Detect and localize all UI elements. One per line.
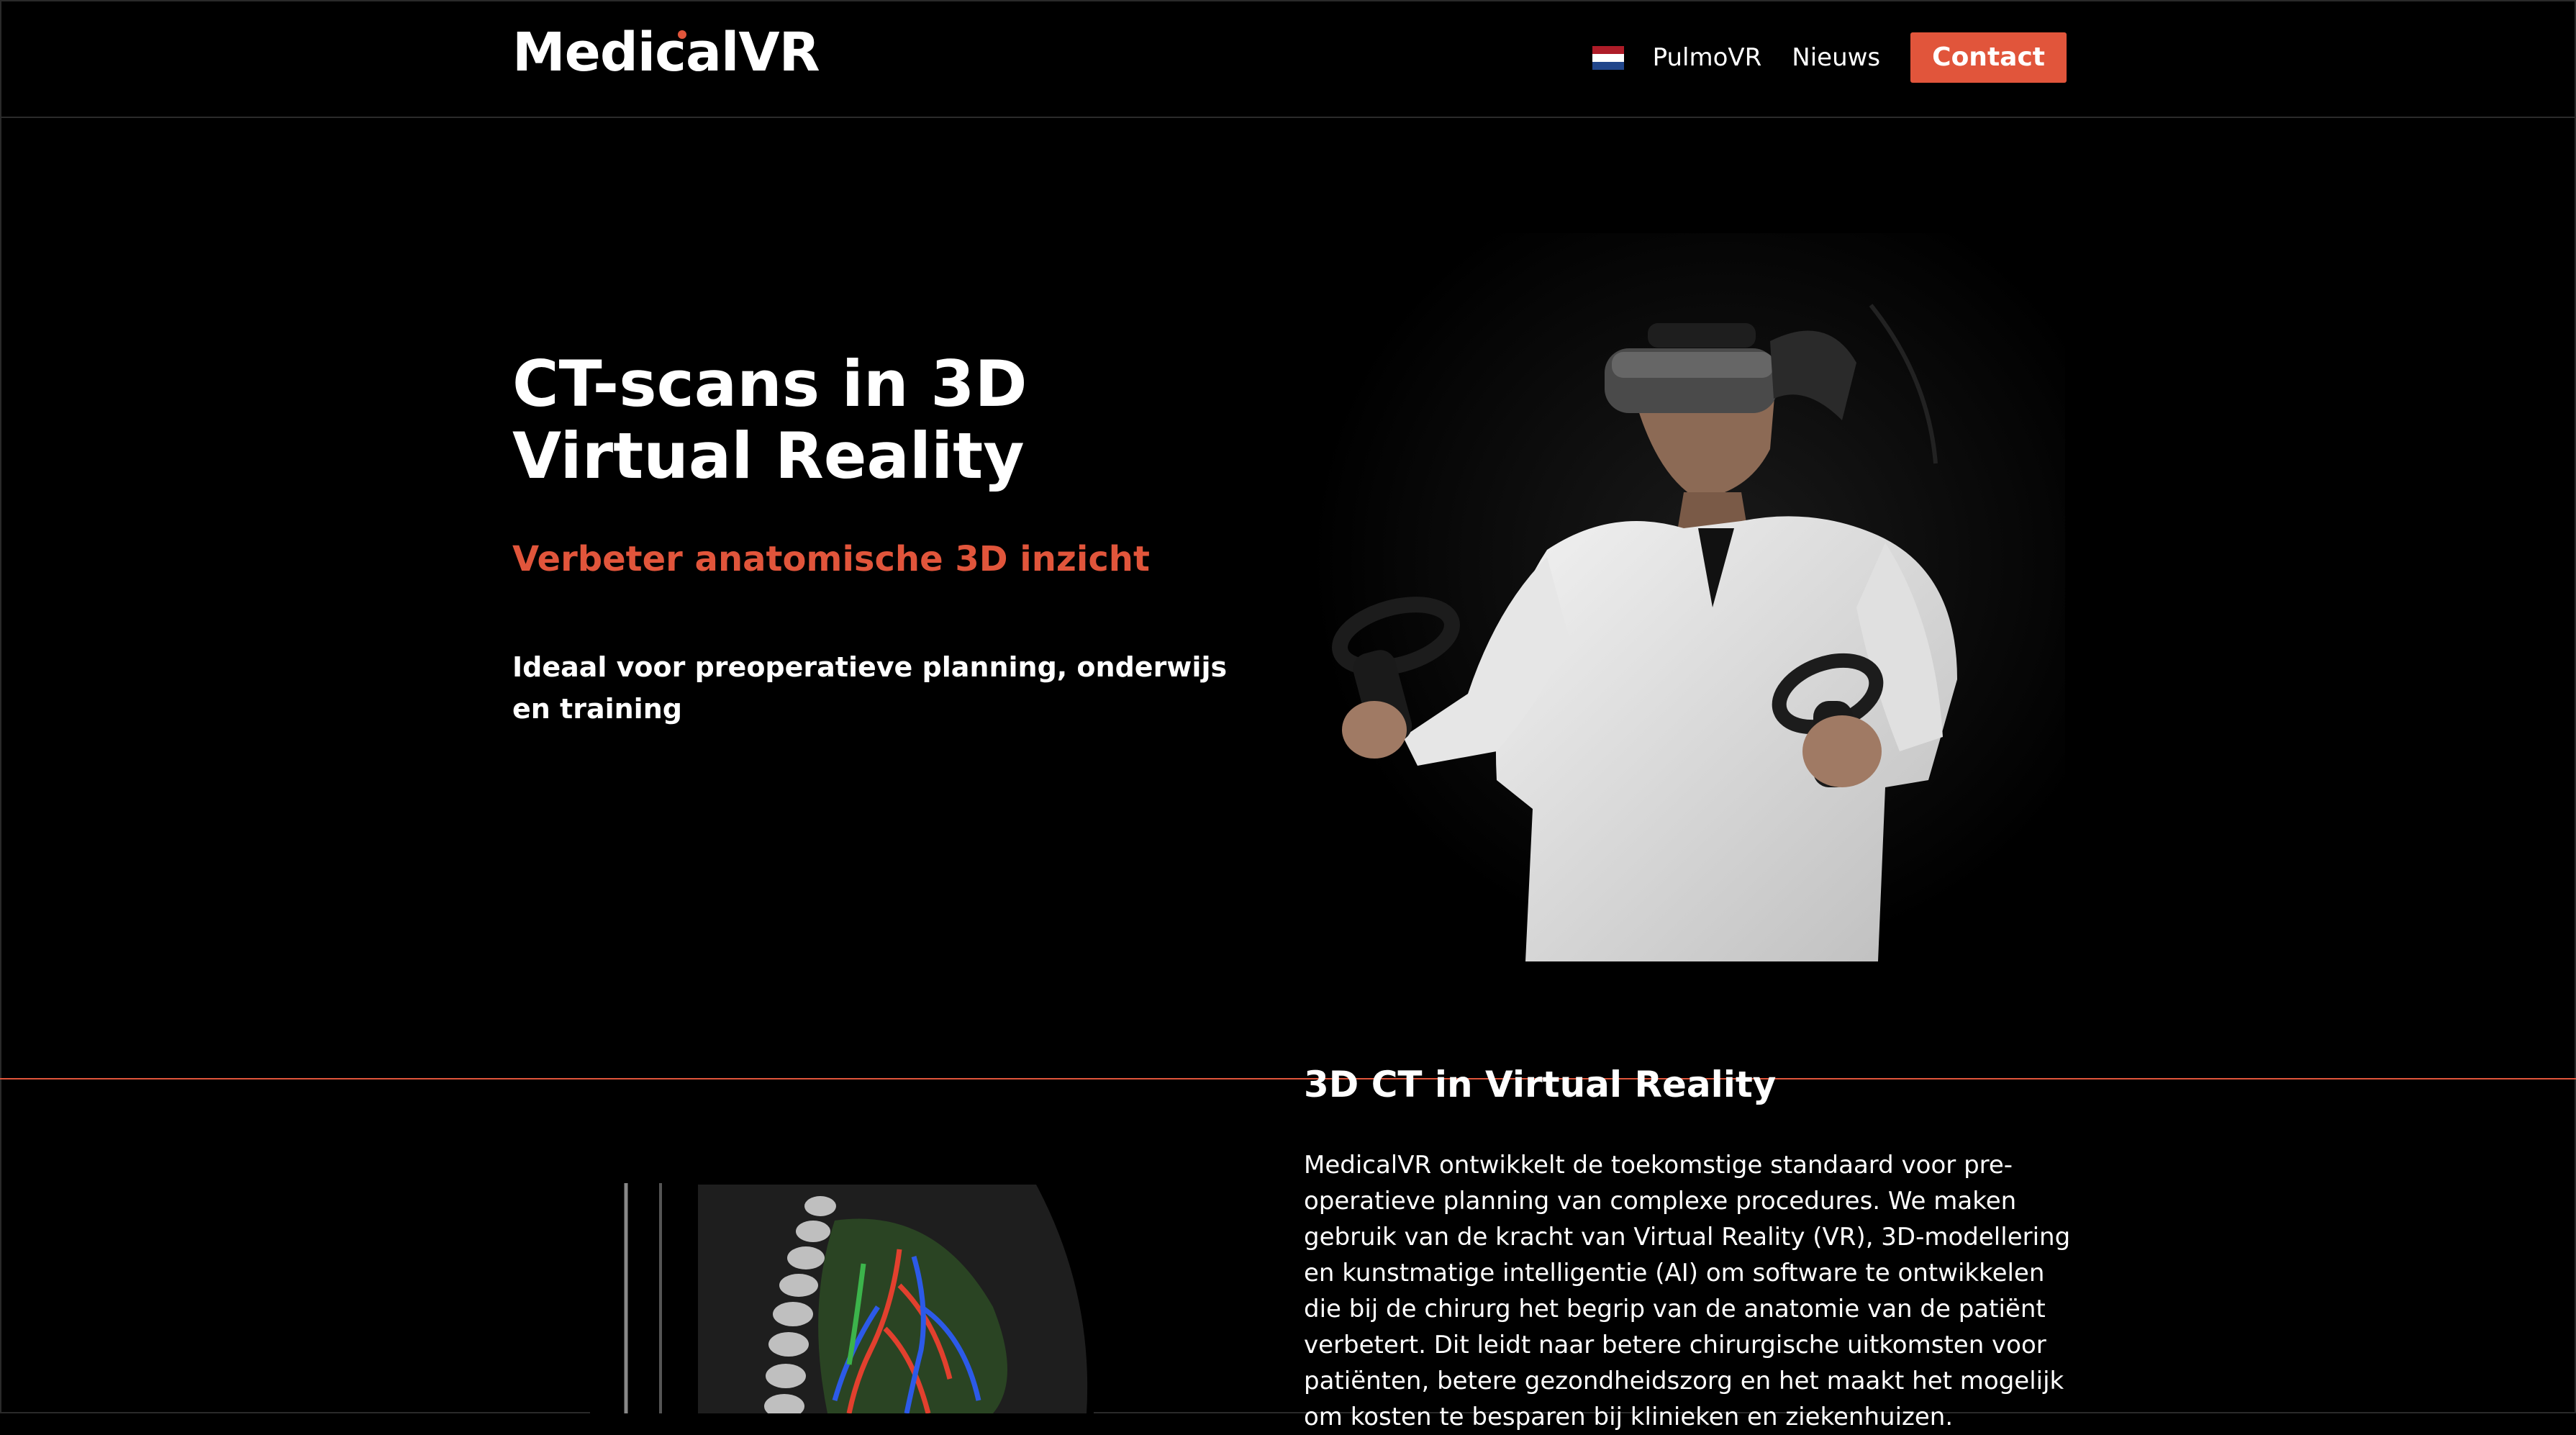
logo[interactable]: MedicalVR [512,22,820,83]
logo-dot [678,30,686,39]
site-header: MedicalVR PulmoVR Nieuws Contact [0,0,2576,118]
netherlands-flag-icon[interactable] [1592,45,1624,70]
nav-link-nieuws[interactable]: Nieuws [1792,43,1880,72]
main-nav: PulmoVR Nieuws Contact [1592,32,2067,83]
section-title: 3D CT in Virtual Reality [1304,1064,1777,1105]
ct-lung-3d-render [590,1163,1094,1413]
hero-text: Ideaal voor preoperatieve planning, onde… [512,651,1228,725]
hero-section: CT-scans in 3D Virtual Reality Verbeter … [0,118,2576,1079]
hero-title: CT-scans in 3D Virtual Reality [512,347,1028,493]
nav-link-pulmovr[interactable]: PulmoVR [1653,43,1762,72]
hero-divider [0,1078,2576,1079]
contact-button[interactable]: Contact [1910,32,2067,83]
hero-subtitle: Verbeter anatomische 3D inzicht [512,539,1150,579]
vr-headset-surgeon-photo [1310,233,2065,961]
section-body: MedicalVR ontwikkelt de toekomstige stan… [1304,1151,2071,1431]
